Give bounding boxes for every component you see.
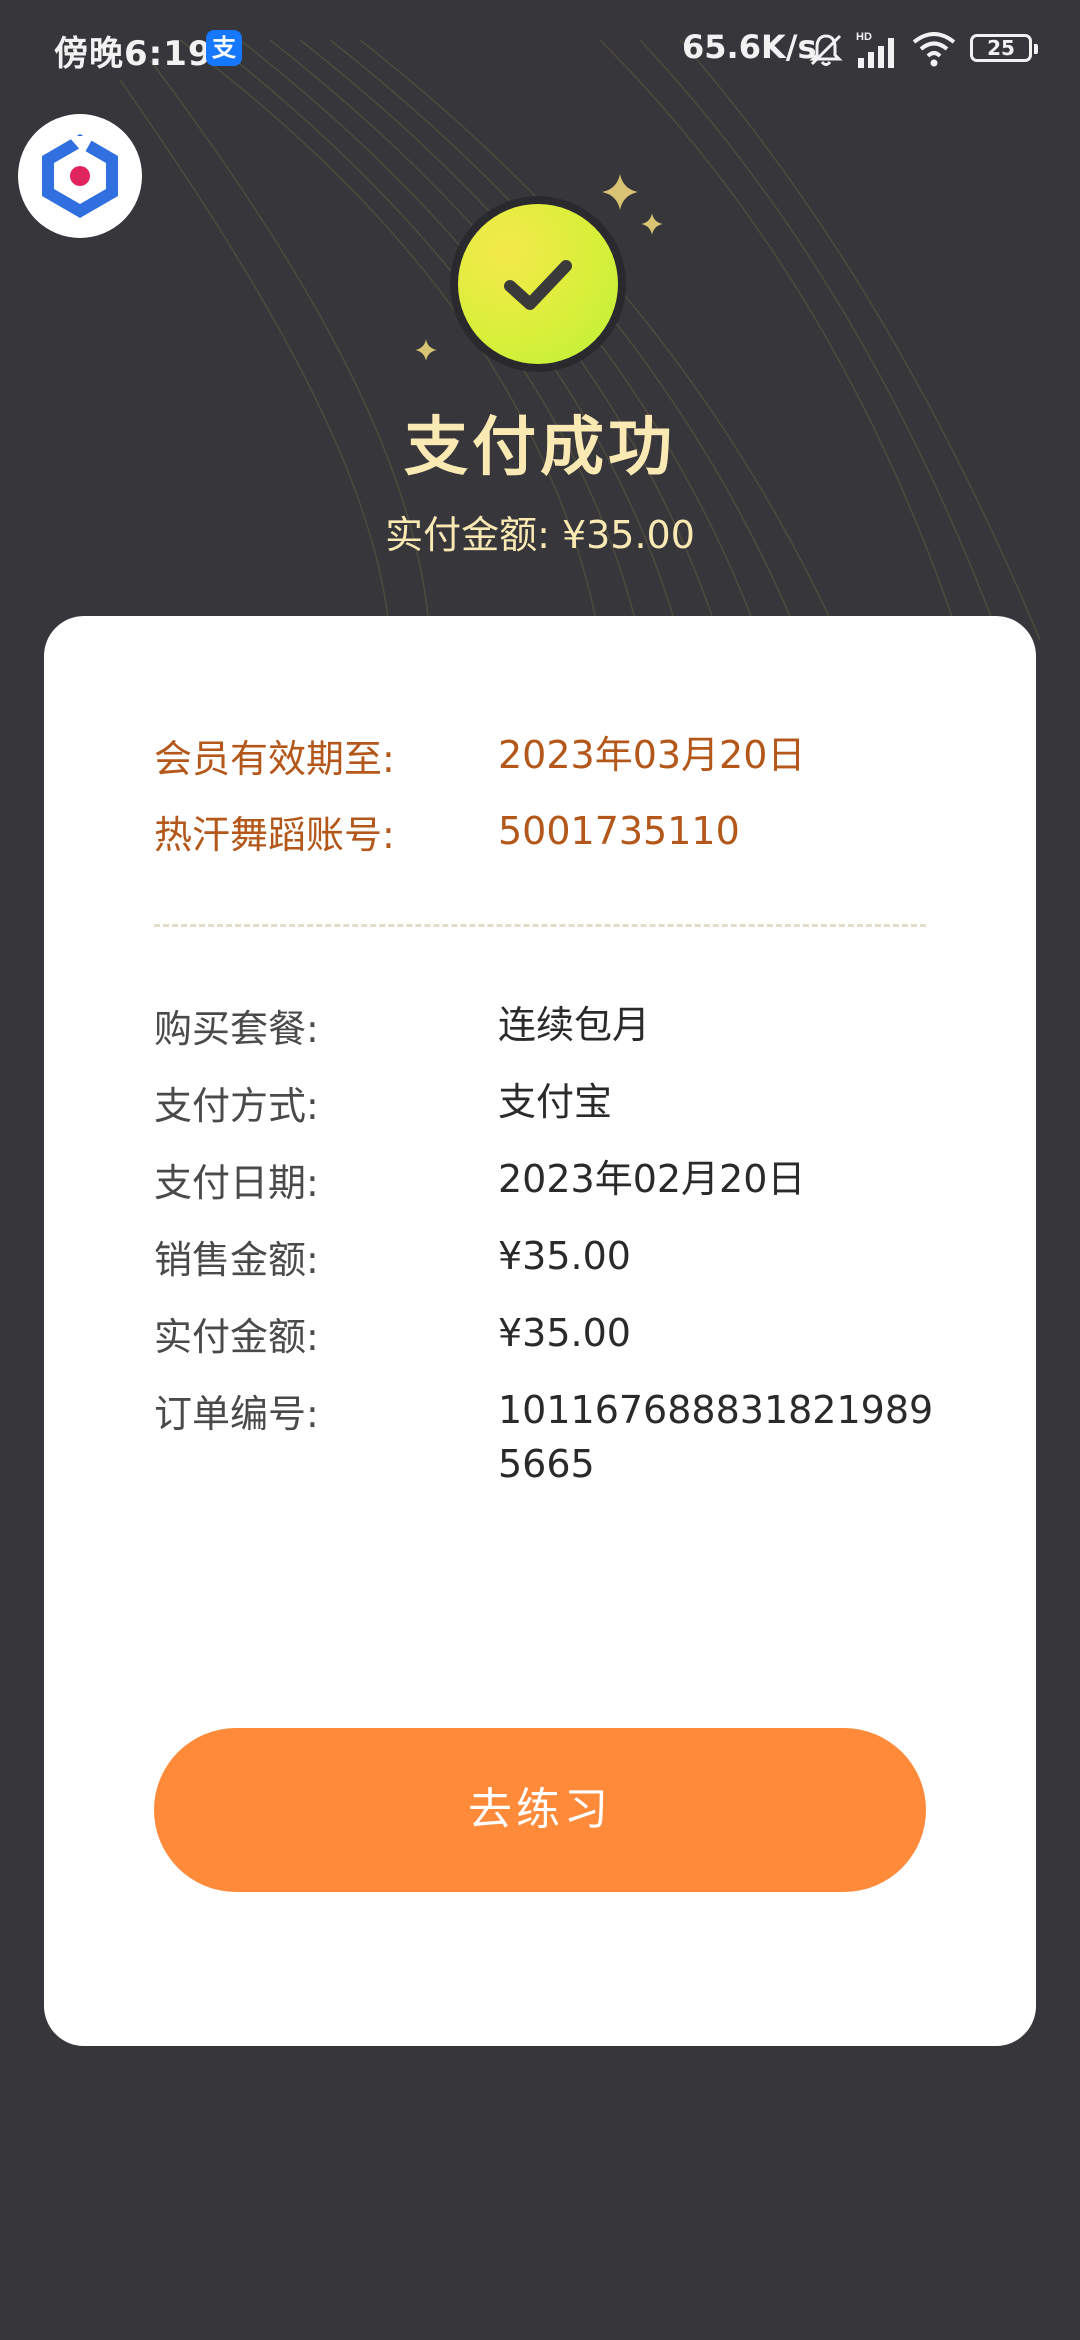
account-value: 5001735110 <box>498 809 740 853</box>
payment-date-value: 2023年02月20日 <box>498 1157 806 1201</box>
sparkle-icon <box>602 174 638 210</box>
signal-icon: HD <box>856 31 894 68</box>
svg-text:HD: HD <box>856 31 872 43</box>
success-check-badge <box>450 196 626 372</box>
package-value: 连续包月 <box>498 1003 651 1047</box>
payment-method-value: 支付宝 <box>498 1080 613 1124</box>
battery-indicator: 25 <box>970 34 1038 62</box>
paid-amount-summary: 实付金额: ¥35.00 <box>385 513 695 557</box>
payment-method-label: 支付方式: <box>154 1084 319 1128</box>
dashed-divider <box>154 924 926 927</box>
network-speed: 65.6K/s <box>682 28 817 66</box>
go-practice-button[interactable]: 去练习 <box>154 1728 926 1892</box>
app-logo[interactable] <box>18 114 142 238</box>
status-time: 傍晚6:19 <box>54 34 213 74</box>
order-number-label: 订单编号: <box>154 1392 319 1436</box>
sparkle-icon <box>415 339 437 361</box>
membership-expiry-label: 会员有效期至: <box>154 737 395 781</box>
package-label: 购买套餐: <box>154 1007 319 1051</box>
paid-amount-label: 实付金额: <box>154 1315 319 1359</box>
sale-amount-value: ¥35.00 <box>498 1234 631 1278</box>
payment-date-label: 支付日期: <box>154 1161 319 1205</box>
page-title: 支付成功 <box>404 411 676 485</box>
checkmark-icon <box>504 260 572 310</box>
account-label: 热汗舞蹈账号: <box>154 813 395 857</box>
sparkle-icon <box>641 213 663 235</box>
sale-amount-label: 销售金额: <box>154 1238 319 1282</box>
alipay-notification-icon: 支 <box>206 30 242 66</box>
mute-bell-icon <box>809 34 843 66</box>
membership-expiry-value: 2023年03月20日 <box>498 733 806 777</box>
wifi-icon <box>912 32 956 67</box>
app-logo-icon <box>42 134 118 218</box>
order-number-value: 1011676888318219895665 <box>498 1388 934 1486</box>
paid-amount-value: ¥35.00 <box>498 1311 631 1355</box>
status-bar: 傍晚6:19 支 65.6K/s HD 25 <box>0 0 1080 96</box>
order-card: 会员有效期至: 2023年03月20日 热汗舞蹈账号: 5001735110 购… <box>44 616 1036 2046</box>
